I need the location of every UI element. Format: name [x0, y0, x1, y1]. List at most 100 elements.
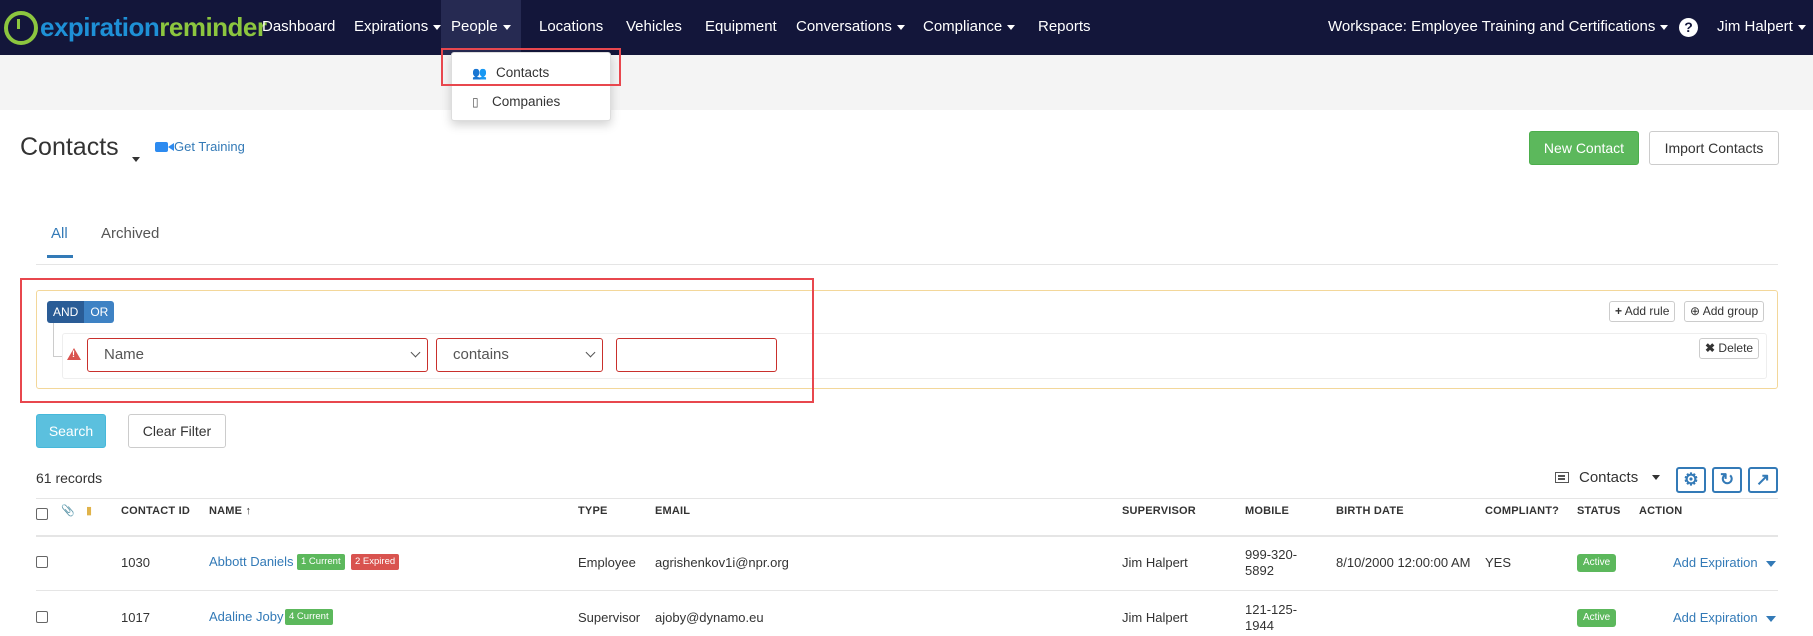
nav-expirations[interactable]: Expirations — [354, 0, 442, 55]
import-contacts-button[interactable]: Import Contacts — [1649, 131, 1779, 165]
col-status[interactable]: STATUS — [1577, 505, 1621, 517]
help-icon[interactable]: ? — [1679, 18, 1698, 37]
menu-item-contacts[interactable]: 👥 Contacts — [452, 59, 610, 87]
current-badge[interactable]: 4 Current — [285, 609, 333, 625]
col-mobile[interactable]: MOBILE — [1245, 505, 1289, 517]
building-icon: ▯ — [472, 95, 479, 109]
select-all-checkbox[interactable] — [36, 508, 48, 520]
current-badge[interactable]: 1 Current — [297, 554, 345, 570]
search-button[interactable]: Search — [36, 414, 106, 448]
nav-dashboard[interactable]: Dashboard — [262, 0, 335, 55]
col-type[interactable]: TYPE — [578, 505, 608, 517]
filter-operator-select[interactable]: contains — [436, 338, 603, 372]
status-badge: Active — [1577, 609, 1617, 627]
filter-field-select[interactable]: Name — [87, 338, 428, 372]
sub-header-bar — [0, 55, 1813, 110]
row-divider — [36, 590, 1778, 591]
new-contact-button[interactable]: New Contact — [1529, 131, 1639, 165]
caret-down-icon — [1765, 615, 1776, 622]
caret-down-icon — [1797, 24, 1806, 30]
row-checkbox[interactable] — [36, 611, 48, 623]
add-expiration-dropdown[interactable]: Add Expiration — [1673, 555, 1776, 570]
video-camera-icon — [155, 141, 174, 152]
clock-icon — [4, 10, 38, 45]
cell-contact-id: 1030 — [121, 555, 150, 570]
caret-down-icon — [1652, 475, 1661, 480]
nav-people[interactable]: People — [441, 0, 521, 55]
table-top-border — [36, 498, 1778, 499]
tab-archived[interactable]: Archived — [101, 225, 159, 242]
col-supervisor[interactable]: SUPERVISOR — [1122, 505, 1196, 517]
refresh-button[interactable]: ↻ — [1712, 467, 1742, 493]
tree-connector — [53, 356, 62, 357]
add-rule-button[interactable]: + Add rule — [1609, 301, 1676, 322]
records-count: 61 records — [36, 470, 103, 486]
expired-badge[interactable]: 2 Expired — [351, 554, 400, 570]
or-button[interactable]: OR — [84, 301, 115, 323]
contact-name-link[interactable]: Adaline Joby — [209, 609, 283, 624]
workspace-selector[interactable]: Workspace: Employee Training and Certifi… — [1328, 0, 1669, 55]
user-menu[interactable]: Jim Halpert — [1717, 0, 1806, 55]
warning-icon — [67, 348, 81, 360]
close-icon: ✖ — [1705, 341, 1716, 355]
col-birth-date[interactable]: BIRTH DATE — [1336, 505, 1404, 517]
cell-mobile: 121-125- 1944 — [1245, 602, 1298, 633]
page-title: Contacts — [20, 133, 119, 161]
cell-supervisor: Jim Halpert — [1122, 555, 1188, 570]
export-button[interactable]: ↗ — [1748, 467, 1778, 493]
row-checkbox[interactable] — [36, 556, 48, 568]
chevron-down-icon — [410, 347, 421, 358]
caret-down-icon — [1765, 560, 1776, 567]
nav-compliance[interactable]: Compliance — [923, 0, 1016, 55]
col-contact-id[interactable]: CONTACT ID — [121, 505, 190, 517]
nav-reports[interactable]: Reports — [1038, 0, 1091, 55]
add-group-button[interactable]: ⊕ Add group — [1684, 301, 1765, 322]
filter-value-input[interactable] — [616, 338, 777, 372]
nav-equipment[interactable]: Equipment — [705, 0, 777, 55]
caret-down-icon — [1660, 24, 1669, 30]
cell-type: Employee — [578, 555, 636, 570]
chevron-down-icon — [585, 347, 596, 358]
tree-connector — [53, 323, 54, 356]
col-name[interactable]: NAME ↑ — [209, 505, 251, 517]
cell-type: Supervisor — [578, 610, 641, 625]
cell-compliant: YES — [1485, 555, 1512, 570]
cell-email: ajoby@dynamo.eu — [655, 610, 764, 625]
title-dropdown[interactable] — [127, 150, 140, 166]
nav-vehicles[interactable]: Vehicles — [626, 0, 682, 55]
logo-text-part2: reminder — [159, 12, 267, 42]
status-badge: Active — [1577, 554, 1617, 572]
cell-supervisor: Jim Halpert — [1122, 610, 1188, 625]
share-icon: ↗ — [1755, 470, 1771, 489]
menu-item-companies[interactable]: ▯ Companies — [452, 88, 610, 116]
plus-circle-icon: ⊕ — [1690, 304, 1701, 318]
clear-filter-button[interactable]: Clear Filter — [128, 414, 226, 448]
nav-conversations[interactable]: Conversations — [796, 0, 905, 55]
col-compliant[interactable]: COMPLIANT? — [1485, 505, 1559, 517]
cell-contact-id: 1017 — [121, 610, 150, 625]
view-selector[interactable]: Contacts — [1555, 469, 1661, 486]
caret-down-icon — [896, 24, 905, 30]
paperclip-icon: 📎 — [61, 505, 75, 517]
active-tab-indicator — [47, 255, 73, 258]
settings-button[interactable]: ⚙ — [1676, 467, 1706, 493]
delete-rule-button[interactable]: ✖ Delete — [1699, 338, 1760, 359]
people-dropdown-menu: 👥 Contacts ▯ Companies — [451, 52, 611, 121]
caret-down-icon — [433, 24, 442, 30]
contact-name-link[interactable]: Abbott Daniels — [209, 554, 294, 569]
cell-mobile: 999-320- 5892 — [1245, 547, 1298, 578]
col-action: ACTION — [1639, 505, 1683, 517]
logo[interactable]: expirationreminder — [0, 0, 267, 55]
tab-all[interactable]: All — [51, 225, 68, 242]
and-button[interactable]: AND — [47, 301, 85, 323]
cell-email: agrishenkov1i@npr.org — [655, 555, 789, 570]
note-icon: ▮ — [86, 505, 93, 517]
caret-down-icon — [132, 156, 140, 162]
col-email[interactable]: EMAIL — [655, 505, 690, 517]
table-header-border — [36, 535, 1778, 537]
nav-locations[interactable]: Locations — [539, 0, 603, 55]
add-expiration-dropdown[interactable]: Add Expiration — [1673, 610, 1776, 625]
get-training-link[interactable]: Get Training — [155, 139, 245, 154]
cell-birth-date: 8/10/2000 12:00:00 AM — [1336, 555, 1471, 570]
gear-icon: ⚙ — [1683, 470, 1699, 489]
